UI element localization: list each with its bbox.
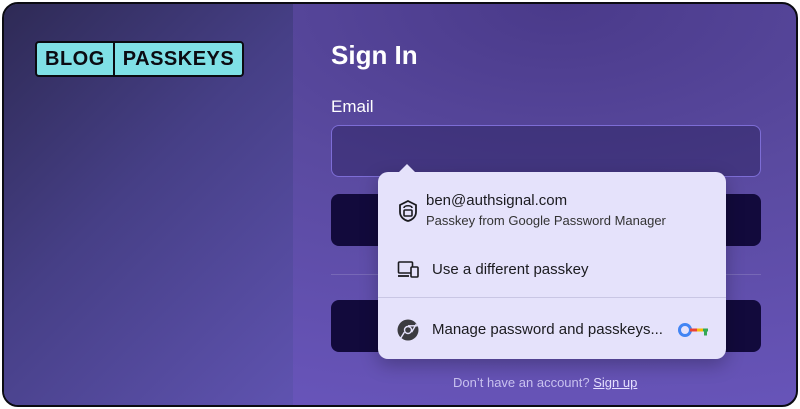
account-source: Passkey from Google Password Manager [426, 213, 666, 228]
signup-text: Don’t have an account? Sign up [453, 375, 637, 390]
email-label: Email [331, 97, 374, 116]
left-panel: BLOG PASSKEYS [4, 4, 293, 405]
manage-option[interactable]: Manage password and passkeys... [378, 314, 726, 346]
signup-prefix: Don’t have an account? [453, 375, 590, 390]
chrome-icon [396, 318, 420, 342]
devices-icon [396, 258, 420, 282]
logo: BLOG PASSKEYS [35, 41, 245, 77]
popup-divider [378, 297, 726, 298]
manage-label: Manage password and passkeys... [432, 321, 663, 338]
google-key-icon [678, 321, 710, 339]
logo-left-text: BLOG [45, 47, 105, 70]
page-title: Sign In [331, 40, 418, 70]
account-option[interactable]: ben@authsignal.com Passkey from Google P… [378, 192, 726, 230]
account-email: ben@authsignal.com [426, 192, 568, 209]
signup-link[interactable]: Sign up [593, 375, 637, 390]
popup-arrow [398, 164, 416, 173]
passkey-popup: ben@authsignal.com Passkey from Google P… [378, 164, 726, 359]
email-field[interactable] [331, 125, 761, 177]
different-passkey-option[interactable]: Use a different passkey [378, 254, 726, 286]
different-passkey-label: Use a different passkey [432, 261, 589, 278]
passkey-lock-icon [396, 199, 420, 223]
app-window: BLOG PASSKEYS Sign In Email Don’t have a… [2, 2, 798, 407]
logo-right-text: PASSKEYS [122, 47, 235, 70]
